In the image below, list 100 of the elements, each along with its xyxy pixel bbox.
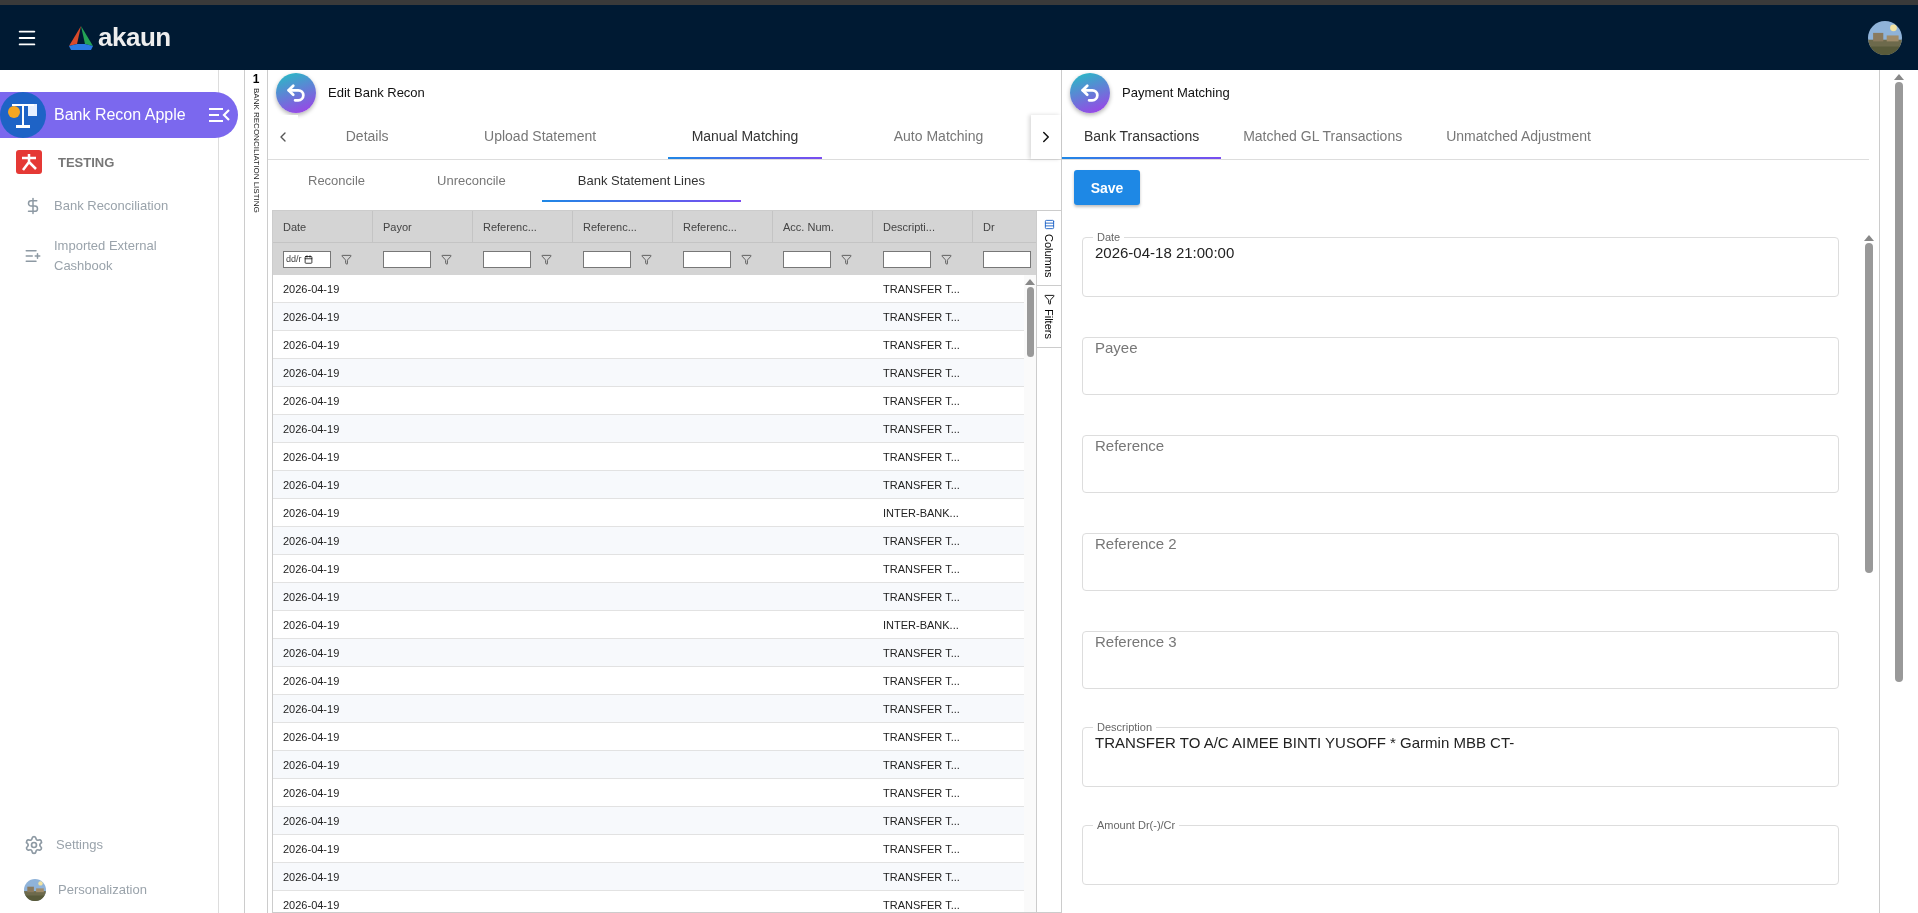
sub-tab[interactable]: Reconcile [272, 160, 402, 202]
app-header[interactable]: Bank Recon Apple [0, 92, 238, 138]
table-cell-text: 2026-04-19 [282, 701, 341, 717]
listing-label[interactable]: BANK RECONCILIATION LISTING [251, 88, 261, 213]
organization-logo [16, 150, 42, 174]
filter-field[interactable] [483, 250, 531, 268]
table-cell-text: 2026-04-19 [282, 505, 341, 521]
field-input[interactable]: 2026-04-18 21:00:00 [1093, 243, 1828, 262]
field-label: Description [1096, 721, 1154, 733]
table-cell-text: TRANSFER T... [882, 561, 961, 577]
filter-icon [1043, 294, 1055, 306]
table-cell-text: 2026-04-19 [282, 757, 341, 773]
filter-field[interactable] [983, 250, 1031, 268]
listing-count: 1 [252, 72, 260, 86]
table-cell-text: TRANSFER T... [882, 841, 961, 857]
tab[interactable]: Auto Matching [869, 115, 1008, 159]
scrollbar[interactable] [1024, 275, 1036, 912]
table-cell-text: INTER-BANK... [882, 505, 960, 521]
table-cell-text: TRANSFER T... [882, 869, 961, 885]
form-field[interactable]: Date 2026-04-18 21:00:00 [1082, 231, 1839, 297]
back-button[interactable] [1070, 72, 1110, 113]
table-cell-text: 2026-04-19 [282, 813, 341, 829]
table-cell-text: TRANSFER T... [882, 477, 961, 493]
table-cell-text: TRANSFER T... [882, 533, 961, 549]
tab[interactable]: Upload Statement [460, 115, 621, 159]
table-cell-text: 2026-04-19 [282, 393, 341, 409]
tab[interactable]: Details [321, 115, 413, 159]
filter-icon[interactable] [341, 253, 352, 265]
field-input[interactable]: TRANSFER TO A/C AIMEE BINTI YUSOFF * Garmin MBB CT- [1093, 733, 1828, 752]
table-cell-text: TRANSFER T... [882, 393, 961, 409]
table-cell-text: 2026-04-19 [282, 841, 341, 857]
table-cell-text: TRANSFER T... [882, 673, 961, 689]
table-cell-text: TRANSFER T... [882, 813, 961, 829]
filter-field[interactable] [383, 250, 431, 268]
filter-icon[interactable] [741, 253, 752, 265]
table-cell-text: 2026-04-19 [282, 533, 341, 549]
table-cell-text: TRANSFER T... [882, 645, 961, 661]
form-field[interactable]: Payee [1082, 337, 1839, 395]
table-cell-text: TRANSFER T... [882, 785, 961, 801]
filter-icon[interactable] [541, 253, 552, 265]
calendar-icon[interactable] [303, 254, 313, 264]
table-cell-text: 2026-04-19 [282, 561, 341, 577]
tab[interactable]: Manual Matching [667, 115, 823, 159]
form-field[interactable]: Amount Dr(-)/Cr [1082, 819, 1839, 885]
list-plus-icon [24, 247, 42, 265]
sub-tab[interactable]: Bank Statement Lines [541, 160, 741, 202]
filter-field[interactable] [883, 250, 931, 268]
app-title: Bank Recon Apple [54, 106, 187, 124]
table-cell-text: 2026-04-19 [282, 477, 341, 493]
filter-field[interactable] [583, 250, 631, 268]
table-cell-text: 2026-04-19 [282, 785, 341, 801]
form-field[interactable]: Reference 2 [1082, 533, 1839, 591]
table-cell-text: 2026-04-19 [282, 365, 341, 381]
collapse-menu-icon[interactable] [208, 107, 230, 123]
table-cell-text: TRANSFER T... [882, 309, 961, 325]
table-cell-text: 2026-04-19 [282, 617, 341, 633]
filter-field[interactable] [683, 250, 731, 268]
table-cell-text: 2026-04-19 [282, 869, 341, 885]
table-cell-text: 2026-04-19 [282, 729, 341, 745]
tab[interactable]: Matched GL Transactions [1221, 115, 1425, 159]
sub-tab[interactable]: Unreconcile [401, 160, 542, 202]
table-cell-text: TRANSFER T... [882, 365, 961, 381]
table-cell-text: 2026-04-19 [282, 421, 341, 437]
tab[interactable]: Bank Transactions [1062, 115, 1222, 159]
table-cell-text: 2026-04-19 [282, 673, 341, 689]
field-input[interactable]: Reference 3 [1093, 632, 1828, 651]
save-button[interactable]: Save [1074, 170, 1140, 205]
table-cell-text: INTER-BANK... [882, 617, 960, 633]
form-field[interactable]: Reference 3 [1082, 631, 1839, 689]
table-cell-text: 2026-04-19 [282, 449, 341, 465]
filter-field[interactable] [783, 250, 831, 268]
table-cell-text: 2026-04-19 [282, 309, 341, 325]
field-input[interactable]: Payee [1093, 338, 1828, 357]
panel-title: Edit Bank Recon [328, 85, 425, 100]
table-cell-text: TRANSFER T... [882, 897, 961, 912]
filter-icon[interactable] [441, 253, 452, 265]
table-cell-text: 2026-04-19 [282, 337, 341, 353]
form-field[interactable]: Reference [1082, 435, 1839, 493]
logo-text: akaun [98, 22, 171, 53]
field-label: Date [1096, 231, 1122, 243]
logo-icon [68, 25, 94, 50]
settings-icon [24, 835, 44, 855]
field-label: Amount Dr(-)/Cr [1096, 819, 1177, 831]
filter-icon[interactable] [841, 253, 852, 265]
table-cell-text: TRANSFER T... [882, 337, 961, 353]
back-button[interactable] [276, 72, 316, 113]
date-filter-field[interactable]: dd/r [283, 250, 331, 268]
panel-title: Payment Matching [1122, 85, 1230, 100]
back-arrow-icon [285, 81, 307, 104]
filter-icon[interactable] [641, 253, 652, 265]
field-input[interactable]: Reference [1093, 436, 1828, 455]
table-cell-text: TRANSFER T... [882, 421, 961, 437]
field-input[interactable]: Reference 2 [1093, 534, 1828, 553]
table-cell-text: 2026-04-19 [282, 645, 341, 661]
tab[interactable]: Unmatched Adjustment [1424, 115, 1613, 159]
filter-icon[interactable] [941, 253, 952, 265]
form-field[interactable]: Description TRANSFER TO A/C AIMEE BINTI YUSOFF * Garmin MBB CT- [1082, 721, 1839, 787]
back-arrow-icon [1079, 81, 1101, 104]
table-cell-text: TRANSFER T... [882, 701, 961, 717]
table-cell-text: TRANSFER T... [882, 449, 961, 465]
